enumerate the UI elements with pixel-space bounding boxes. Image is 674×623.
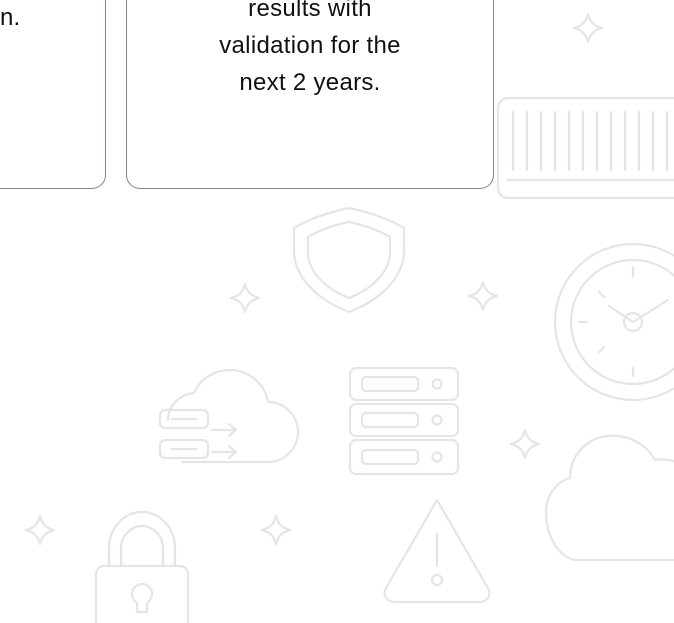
server-rack-icon (496, 96, 674, 200)
right-card-line: results with (248, 0, 372, 22)
page: n. results with validation for the next … (0, 0, 674, 623)
right-card-line: next 2 years. (239, 69, 381, 96)
clock-icon (553, 242, 674, 402)
right-card-line: validation for the (219, 32, 401, 59)
shield-icon (292, 206, 406, 314)
cloud-icon (544, 434, 674, 562)
database-server-icon (348, 366, 460, 476)
left-card-text: n. (0, 4, 21, 31)
right-card-text: results with validation for the next 2 y… (126, 0, 494, 101)
padlock-icon (94, 510, 190, 623)
cloud-transfer-icon (158, 368, 300, 464)
warning-icon (383, 498, 491, 604)
